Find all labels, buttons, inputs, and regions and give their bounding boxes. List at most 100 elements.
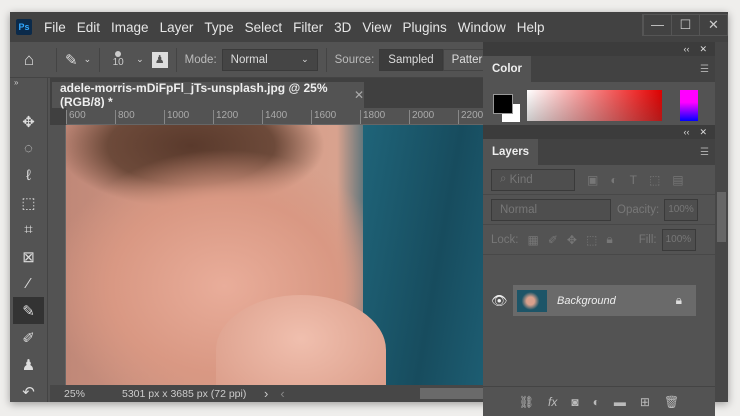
ruler-tick: 1800 [360,110,385,124]
layer-row[interactable]: Background 🔒︎ [513,285,696,316]
zoom-level[interactable]: 25% [50,388,110,400]
tab-layers[interactable]: Layers [483,139,539,165]
image-filter-icon[interactable]: ▣ [587,173,598,187]
type-filter-icon[interactable]: T [630,173,637,187]
clone-source-icon[interactable]: ♟ [151,51,168,68]
home-icon[interactable]: ⌂ [10,50,48,70]
vertical-ruler [50,125,66,385]
add-mask-icon[interactable]: ◙ [571,395,578,409]
move-tool-icon[interactable]: ✥ [10,108,47,135]
fill-label: Fill: [638,233,657,246]
filter-kind: Kind [509,173,533,186]
fx-icon[interactable]: fx [548,395,557,409]
visibility-eye-icon[interactable]: 👁︎ [491,293,508,309]
healing-brush-tool-icon[interactable]: ✎ [13,297,44,324]
ruler-tick: 800 [115,110,135,124]
filter-kind-select[interactable]: ⌕ Kind [491,168,575,191]
layers-panel: ⌕ Kind ▣ ◐ T ⬚ ▤ Normal Opacity: 100% Lo… [483,165,715,416]
panel-dock: ‹‹ ✕ Color ☰ ‹‹ ✕ Layers ☰ ⌕ Kind ▣ ◐ T ⬚ ▤ … [483,42,715,416]
panel-menu-icon[interactable]: ☰ [700,64,709,75]
collapse-icon[interactable]: ‹‹ [683,127,689,137]
close-button[interactable]: ✕ [699,15,727,35]
link-layers-icon[interactable]: ⛓ [519,395,534,409]
horizontal-scrollbar[interactable] [420,388,483,399]
menu-image[interactable]: Image [111,20,149,35]
lasso-tool-icon[interactable]: ℓ [10,162,47,189]
chevron-down-icon[interactable]: ⌄ [136,54,144,65]
smart-object-filter-icon[interactable]: ▤ [672,173,683,187]
menu-help[interactable]: Help [517,20,545,35]
foreground-color-swatch[interactable] [493,94,513,114]
menu-3d[interactable]: 3D [334,20,351,35]
delete-layer-icon[interactable]: 🗑︎ [664,395,679,409]
eyedropper-tool-icon[interactable]: ⁄ [10,270,47,297]
menu-layer[interactable]: Layer [160,20,194,35]
ruler-tick: 2000 [409,110,434,124]
menu-file[interactable]: File [44,20,66,35]
history-brush-tool-icon[interactable]: ↶ [10,378,47,405]
close-panel-icon[interactable]: ✕ [699,44,707,55]
document-title: adele-morris-mDiFpFl_jTs-unsplash.jpg @ … [60,81,328,109]
adjustment-filter-icon[interactable]: ◐ [610,173,617,187]
panel-menu-icon[interactable]: ☰ [700,147,709,158]
lock-position-icon[interactable]: ✥ [567,233,577,247]
tab-color[interactable]: Color [483,56,532,82]
document-area: adele-morris-mDiFpFl_jTs-unsplash.jpg @ … [50,78,483,402]
crop-tool-icon[interactable]: ⌗ [10,216,47,243]
status-menu-icon[interactable]: › [264,386,268,401]
menu-type[interactable]: Type [204,20,233,35]
marquee-tool-icon[interactable]: ◌ [10,135,47,162]
expand-icon[interactable]: » [10,78,47,90]
lock-label: Lock: [491,233,519,246]
blend-mode-select[interactable]: Normal [491,198,611,221]
clone-stamp-tool-icon[interactable]: ♟ [10,351,47,378]
lock-image-icon[interactable]: ✐ [548,233,558,247]
layer-name: Background [557,294,616,307]
menu-filter[interactable]: Filter [293,20,323,35]
menu-edit[interactable]: Edit [77,20,100,35]
minimize-button[interactable]: — [643,15,671,35]
photoshop-window: Ps File Edit Image Layer Type Select Fil… [10,12,728,416]
color-spectrum[interactable] [527,90,662,121]
chevron-down-icon[interactable]: ⌄ [84,54,92,65]
ruler-tick: 600 [66,110,86,124]
ruler-tick: 1400 [262,110,287,124]
quick-select-tool-icon[interactable]: ⬚ [10,189,47,216]
collapse-icon[interactable]: ‹‹ [683,44,689,54]
mode-select[interactable]: Normal ⌄ [221,48,318,71]
lock-artboard-icon[interactable]: ⬚ [586,233,597,247]
new-group-icon[interactable]: ▬ [614,395,626,409]
hue-slider[interactable] [680,90,698,121]
ruler-tick: 2200 [458,110,483,124]
maximize-button[interactable]: ☐ [671,15,699,35]
fill-input[interactable]: 100% [661,228,696,251]
scroll-left-icon[interactable]: ‹ [280,386,284,401]
layers-footer: ⛓ fx ◙ ◐ ▬ ⊞ 🗑︎ [483,386,715,416]
shape-filter-icon[interactable]: ⬚ [649,173,660,187]
healing-brush-preset-icon[interactable]: ✎ [65,51,78,69]
source-sampled-button[interactable]: Sampled [379,48,443,71]
menu-view[interactable]: View [362,20,391,35]
frame-tool-icon[interactable]: ⊠ [10,243,47,270]
adjustment-layer-icon[interactable]: ◐ [593,395,600,409]
close-tab-icon[interactable]: ✕ [354,88,364,102]
menu-plugins[interactable]: Plugins [402,20,446,35]
ruler-tick: 1000 [164,110,189,124]
menu-select[interactable]: Select [245,20,283,35]
document-tab[interactable]: adele-morris-mDiFpFl_jTs-unsplash.jpg @ … [52,81,364,109]
opacity-label: Opacity: [617,203,660,216]
brush-size-picker[interactable]: 10 [108,51,128,68]
mode-value: Normal [230,53,268,66]
image-canvas[interactable] [66,125,483,385]
brush-size: 10 [112,57,124,68]
photoshop-logo: Ps [16,19,32,35]
lock-all-icon[interactable]: 🔒︎ [606,232,612,247]
panel-scrollbar[interactable] [715,42,728,402]
new-layer-icon[interactable]: ⊞ [640,395,650,409]
brush-tool-icon[interactable]: ✐ [10,324,47,351]
ruler-tick: 1600 [311,110,336,124]
opacity-input[interactable]: 100% [664,198,699,221]
close-panel-icon[interactable]: ✕ [699,127,707,138]
menu-window[interactable]: Window [458,20,506,35]
lock-transparent-icon[interactable]: ▦ [528,233,539,247]
